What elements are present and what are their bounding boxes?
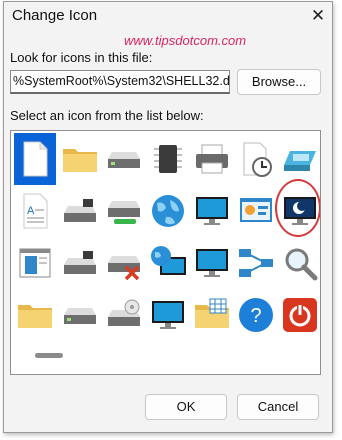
floppy-drive-icon[interactable] — [59, 185, 101, 237]
ok-button[interactable]: OK — [145, 394, 227, 420]
monitor-icon[interactable] — [191, 237, 233, 289]
look-for-icons-label: Look for icons in this file: — [10, 50, 153, 65]
drive-icon[interactable] — [59, 289, 101, 341]
folder-icon[interactable] — [14, 289, 56, 341]
window-app-icon[interactable] — [14, 237, 56, 289]
monitor-moon-icon[interactable] — [279, 185, 320, 237]
drive-x-icon[interactable] — [103, 237, 145, 289]
cd-drive-icon[interactable] — [103, 289, 145, 341]
close-icon[interactable]: ✕ — [308, 6, 328, 26]
monitor-icon[interactable] — [147, 289, 189, 341]
network-icon[interactable] — [235, 237, 277, 289]
printer-icon[interactable] — [191, 133, 233, 185]
chip-icon[interactable] — [147, 133, 189, 185]
svg-text:A: A — [27, 205, 35, 217]
removable-drive-icon[interactable] — [279, 133, 320, 185]
dialog-title: Change Icon — [12, 7, 98, 24]
icon-list[interactable]: A ? — [10, 130, 321, 375]
globe-monitor-icon[interactable] — [147, 237, 189, 289]
select-icon-label: Select an icon from the list below: — [10, 108, 204, 123]
drive-icon[interactable] — [103, 133, 145, 185]
browse-button[interactable]: Browse... — [237, 69, 321, 95]
floppy-drive-icon[interactable] — [59, 237, 101, 289]
clock-icon[interactable] — [235, 133, 277, 185]
svg-text:?: ? — [250, 305, 261, 327]
horizontal-scrollbar[interactable] — [35, 353, 63, 358]
monitor-icon[interactable] — [191, 185, 233, 237]
change-icon-dialog: Change Icon ✕ www.tipsdotcom.com Look fo… — [3, 1, 333, 433]
document-icon[interactable] — [14, 133, 56, 185]
drive-green-icon[interactable] — [103, 185, 145, 237]
control-panel-icon[interactable] — [235, 185, 277, 237]
file-path-input[interactable]: %SystemRoot%\System32\SHELL32.dll — [10, 70, 230, 94]
globe-icon[interactable] — [147, 185, 189, 237]
folder-icon[interactable] — [59, 133, 101, 185]
magnifier-icon[interactable] — [279, 237, 320, 289]
watermark: www.tipsdotcom.com — [124, 33, 247, 48]
power-icon[interactable] — [279, 289, 320, 341]
help-icon[interactable]: ? — [235, 289, 277, 341]
folder-grid-icon[interactable] — [191, 289, 233, 341]
cancel-button[interactable]: Cancel — [237, 394, 319, 420]
text-document-icon[interactable]: A — [14, 185, 56, 237]
